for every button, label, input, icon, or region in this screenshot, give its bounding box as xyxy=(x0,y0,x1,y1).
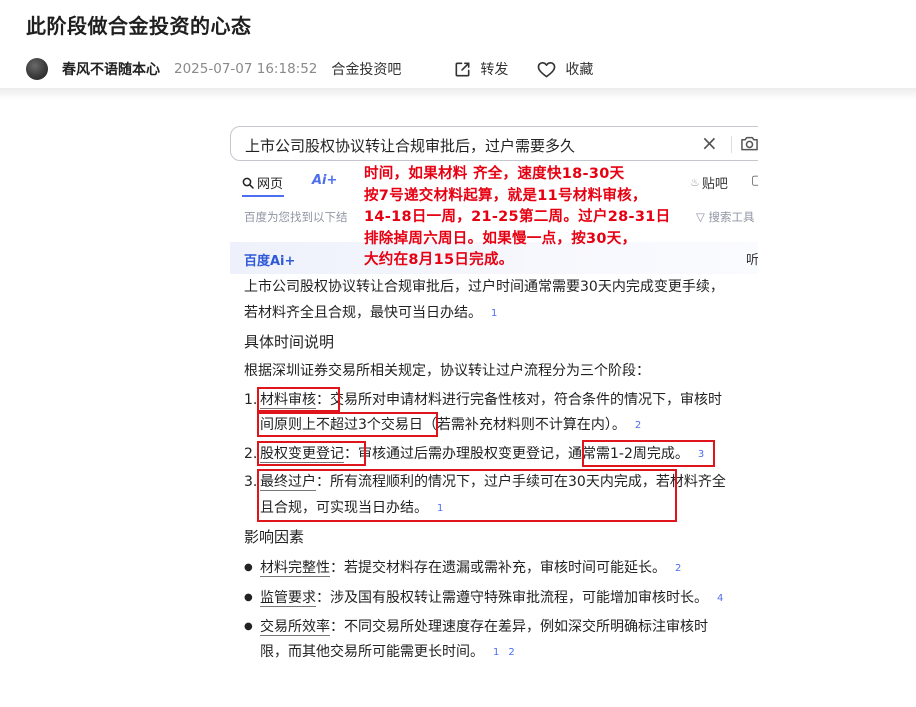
result-count-text: 百度为您找到以下结 xyxy=(244,210,348,224)
answer-intro-line-2: 若材料齐全且合规，最快可当日办结。 1 xyxy=(244,302,497,325)
post-timestamp: 2025-07-07 16:18:52 xyxy=(174,61,318,77)
favorite-button[interactable]: 收藏 xyxy=(536,59,593,79)
tieba-icon: ♨ xyxy=(690,176,700,189)
ai-listen-button[interactable]: 听 xyxy=(746,249,758,268)
factor-item: ● 交易所效率：不同交易所处理速度存在差异，例如深交所明确标注审核时 xyxy=(244,616,708,638)
tab-active-underline xyxy=(242,195,284,197)
tab-tieba[interactable]: ♨ 贴吧 xyxy=(690,173,728,192)
section-title-time: 具体时间说明 xyxy=(244,333,335,351)
share-label: 转发 xyxy=(480,62,509,78)
clear-icon[interactable]: × xyxy=(701,131,718,155)
factor-item: ● 材料完整性：若提交材料存在遗漏或需补充，审核时间可能延长。 2 xyxy=(244,557,681,580)
highlight-box-material-review xyxy=(257,387,340,412)
author-name[interactable]: 春风不语随本心 xyxy=(62,59,160,79)
factor-title[interactable]: 交易所效率 xyxy=(260,619,330,636)
bullet: ● xyxy=(244,592,253,603)
search-box[interactable]: 上市公司股权协议转让合规审批后，过户需要多久 × xyxy=(230,126,758,161)
answer-intro-text: 若材料齐全且合规，最快可当日办结。 xyxy=(244,305,482,321)
post-title: 此阶段做合金投资的心态 xyxy=(26,14,252,38)
factor-title[interactable]: 材料完整性 xyxy=(260,560,330,577)
search-icon xyxy=(242,177,254,189)
baidu-ai-logo: 百度Ai+ xyxy=(244,254,296,269)
search-tools-button[interactable]: ▽ 搜索工具 xyxy=(696,209,755,225)
post-meta: 春风不语随本心 2025-07-07 16:18:52 合金投资吧 转发 收藏 xyxy=(26,56,621,82)
section-title-factors: 影响因素 xyxy=(244,528,305,546)
header-divider xyxy=(0,88,916,100)
factor-text: ：若提交材料存在遗漏或需补充，审核时间可能延长。 xyxy=(330,560,666,576)
highlight-box-registration xyxy=(257,441,366,466)
highlight-box-two-weeks xyxy=(582,440,715,467)
annotation-line: 按7号递交材料起算，就是11号材料审核， xyxy=(364,187,647,204)
factor-item: ● 监管要求：涉及国有股权转让需遵守特殊审批流程，可能增加审核时长。 4 xyxy=(244,587,723,610)
factor-text: ：涉及国有股权转让需遵守特殊审批流程，可能增加审核时长。 xyxy=(316,590,708,606)
heart-icon xyxy=(538,61,556,77)
annotation-note: 时间，如果材料 齐全，速度快18-30天 按7号递交材料起算，就是11号材料审核… xyxy=(364,164,670,272)
citation-ref[interactable]: 2 xyxy=(635,415,641,437)
citation-ref[interactable]: 1 xyxy=(491,303,497,325)
answer-intro-line-1: 上市公司股权协议转让合规审批后，过户时间通常需要30天内完成变更手续， xyxy=(244,279,724,295)
factor-title[interactable]: 监管要求 xyxy=(260,590,316,607)
tab-ai[interactable]: Ai+ xyxy=(312,173,337,188)
tab-web-label: 网页 xyxy=(257,177,284,192)
share-button[interactable]: 转发 xyxy=(453,59,508,79)
bullet: ● xyxy=(244,562,253,573)
citation-ref[interactable]: 2 xyxy=(675,558,681,580)
bullet: ● xyxy=(244,621,253,632)
avatar[interactable] xyxy=(26,58,48,80)
annotation-line: 排除掉周六周日。如果慢一点，按30天， xyxy=(364,230,637,247)
tab-tieba-label: 贴吧 xyxy=(701,177,728,192)
tab-more[interactable]: ▢ xyxy=(751,173,758,188)
forum-link[interactable]: 合金投资吧 xyxy=(331,59,401,79)
search-query[interactable]: 上市公司股权协议转让合规审批后，过户需要多久 xyxy=(245,135,575,156)
filter-icon: ▽ xyxy=(696,210,705,224)
section-lead: 根据深圳证券交易所相关规定，协议转让过户流程分为三个阶段： xyxy=(244,363,650,379)
factor-text: 限，而其他交易所可能需更长时间。 xyxy=(260,644,484,660)
search-divider xyxy=(731,136,732,153)
annotation-line: 大约在8月15日完成。 xyxy=(364,252,514,268)
tab-web[interactable]: 网页 xyxy=(242,173,284,197)
annotation-line: 14-18日一周，21-25第二周。过户28-31日 xyxy=(364,209,671,225)
favorite-label: 收藏 xyxy=(565,62,594,78)
citation-ref[interactable]: 1 xyxy=(493,642,499,664)
share-icon xyxy=(455,62,470,76)
camera-icon[interactable] xyxy=(740,135,758,156)
factor-item-continued: 限，而其他交易所可能需更长时间。 1 2 xyxy=(260,641,515,664)
highlight-box-final-transfer xyxy=(257,469,677,522)
step-text: ：交易所对申请材料进行完备性核对，符合条件的情况下，审核时 xyxy=(316,392,722,408)
citation-ref[interactable]: 2 xyxy=(508,642,514,664)
search-tools-label: 搜索工具 xyxy=(708,210,755,224)
annotation-line: 时间，如果材料 齐全，速度快18-30天 xyxy=(364,166,625,182)
citation-ref[interactable]: 4 xyxy=(717,588,723,610)
highlight-box-three-days xyxy=(257,412,438,437)
factor-text: ：不同交易所处理速度存在差异，例如深交所明确标注审核时 xyxy=(330,619,708,635)
